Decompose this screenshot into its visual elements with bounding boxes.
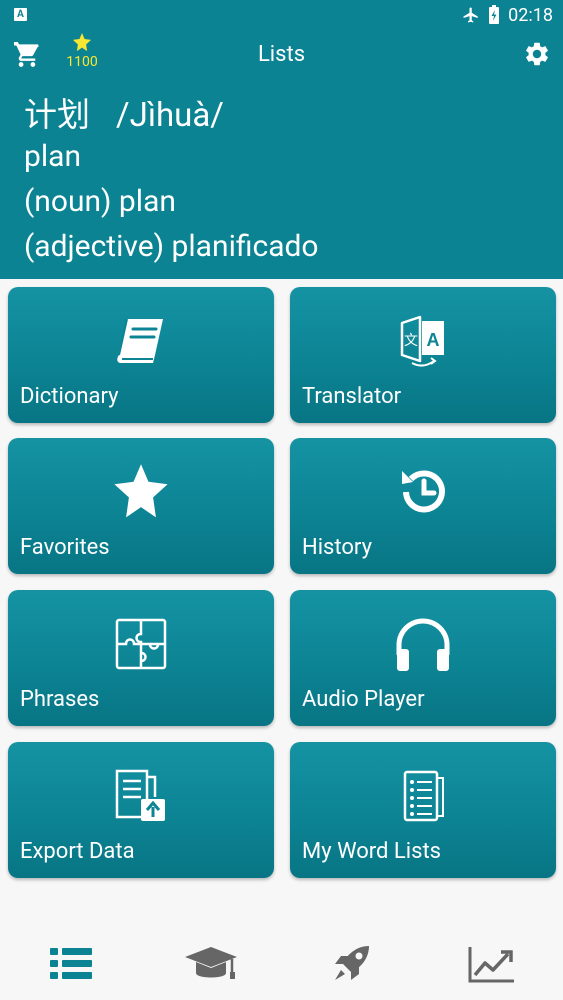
nav-learn[interactable] bbox=[181, 942, 241, 986]
svg-text:A: A bbox=[427, 330, 440, 350]
word-hanzi: 计划 bbox=[24, 96, 90, 135]
tile-label: Export Data bbox=[20, 839, 135, 864]
rocket-icon bbox=[335, 946, 369, 980]
definition-line: (noun) plan bbox=[24, 184, 176, 219]
translate-icon: A 文 bbox=[393, 311, 453, 371]
svg-text:文: 文 bbox=[404, 333, 418, 349]
headphones-icon bbox=[393, 614, 453, 674]
audio-player-tile[interactable]: Audio Player bbox=[290, 590, 556, 726]
nav-practice[interactable] bbox=[321, 942, 381, 986]
definition-line: plan bbox=[24, 139, 82, 174]
tile-label: My Word Lists bbox=[302, 839, 442, 864]
trend-chart-icon bbox=[468, 947, 514, 983]
export-data-tile[interactable]: Export Data bbox=[8, 742, 274, 878]
phrases-tile[interactable]: Phrases bbox=[8, 590, 274, 726]
gear-icon[interactable] bbox=[523, 40, 551, 68]
airplane-icon bbox=[462, 6, 480, 24]
export-document-icon bbox=[111, 766, 171, 826]
word-pinyin: /Jìhuà/ bbox=[116, 96, 224, 135]
battery-charging-icon bbox=[488, 5, 500, 25]
status-bar: A 02:18 bbox=[0, 0, 563, 30]
translator-tile[interactable]: A 文 Translator bbox=[290, 287, 556, 423]
tile-label: Phrases bbox=[20, 687, 100, 712]
clock-time: 02:18 bbox=[508, 4, 553, 26]
bottom-nav bbox=[0, 930, 563, 1000]
star-icon bbox=[111, 462, 171, 522]
app-header: 1100 Lists 计划/Jìhuà/ plan (noun) plan (a… bbox=[0, 30, 563, 279]
list-icon bbox=[50, 948, 92, 979]
nav-progress[interactable] bbox=[462, 942, 522, 986]
dictionary-tile[interactable]: Dictionary bbox=[8, 287, 274, 423]
my-word-lists-tile[interactable]: My Word Lists bbox=[290, 742, 556, 878]
tile-label: History bbox=[302, 535, 372, 560]
notification-app-icon: A bbox=[14, 8, 27, 21]
tile-label: Audio Player bbox=[302, 687, 425, 712]
history-icon bbox=[393, 462, 453, 522]
puzzle-icon bbox=[111, 614, 171, 674]
page-title: Lists bbox=[257, 42, 306, 67]
tile-label: Dictionary bbox=[20, 384, 119, 409]
word-heading: 计划/Jìhuà/ bbox=[24, 88, 224, 136]
book-icon bbox=[111, 311, 171, 371]
history-tile[interactable]: History bbox=[290, 438, 556, 574]
favorites-tile[interactable]: Favorites bbox=[8, 438, 274, 574]
nav-lists[interactable] bbox=[41, 942, 101, 986]
graduation-cap-icon bbox=[185, 947, 237, 979]
definition-line: (adjective) planificado bbox=[24, 229, 319, 264]
status-icons: 02:18 bbox=[462, 4, 553, 26]
tile-label: Favorites bbox=[20, 535, 110, 560]
word-list-icon bbox=[393, 766, 453, 826]
tile-label: Translator bbox=[302, 384, 402, 409]
